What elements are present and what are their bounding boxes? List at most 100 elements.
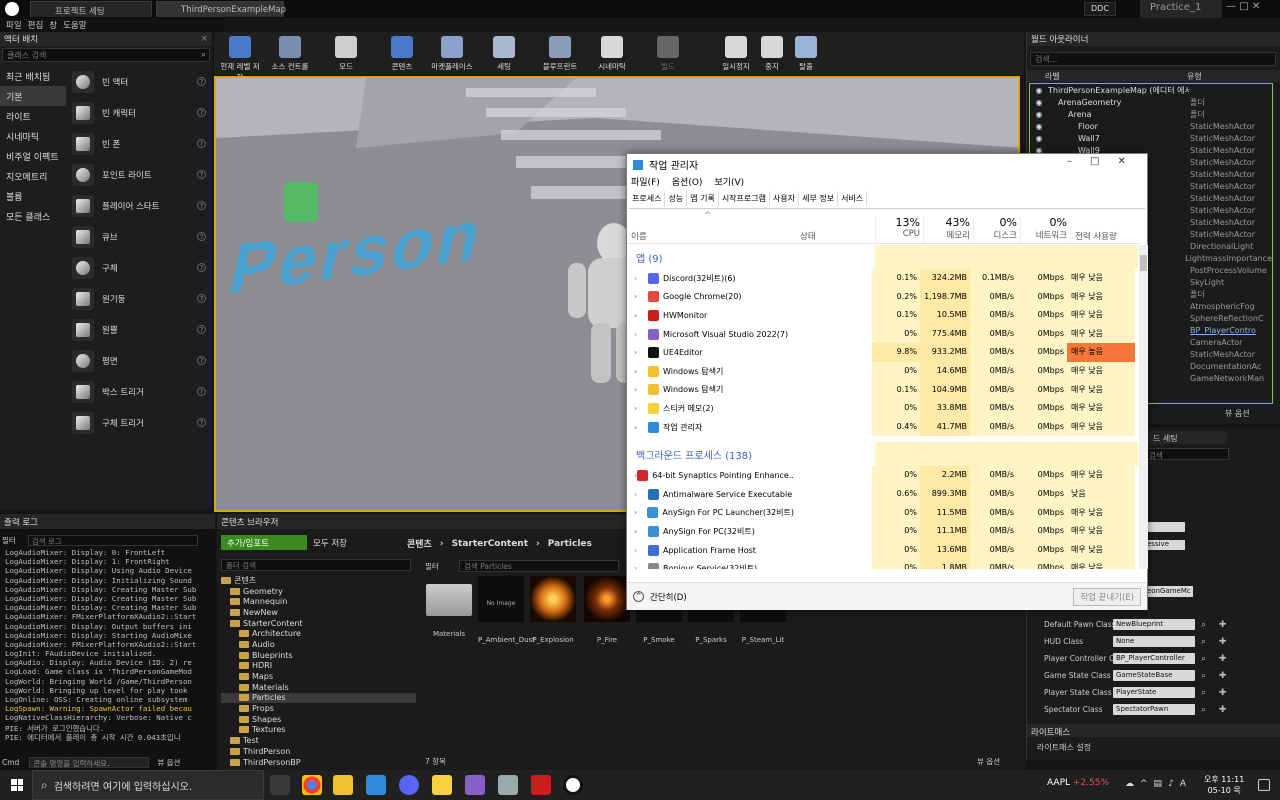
tm-process-row[interactable]: › UE4Editor 9.8% 933.2MB 0MB/s 0Mbps 매우 높음 — [627, 343, 1139, 362]
property-dropdown[interactable]: None — [1113, 636, 1195, 647]
expand-chevron-icon[interactable]: › — [634, 508, 647, 517]
tab-map[interactable]: ThirdPersonExampleMap — [156, 1, 286, 17]
asset-tile[interactable]: P_Fire — [584, 576, 630, 644]
folder-tree-item[interactable]: Geometry — [221, 586, 416, 597]
minimize-icon[interactable]: — — [1226, 1, 1236, 12]
visibility-eye-icon[interactable]: ◉ — [1030, 110, 1048, 119]
folder-tree-item[interactable]: StarterContent — [221, 618, 416, 629]
expand-chevron-icon[interactable]: › — [634, 274, 648, 283]
folder-tree-item[interactable]: Blueprints — [221, 650, 416, 661]
close-icon[interactable]: ✕ — [1117, 156, 1143, 167]
dropdown-exposure[interactable]: essive — [1145, 540, 1185, 550]
toolbar-button-content[interactable]: 콘텐츠 — [380, 34, 424, 72]
col-memory[interactable]: 43% 메모리 — [923, 214, 973, 244]
expand-chevron-icon[interactable]: › — [634, 546, 648, 555]
todo-icon[interactable] — [366, 775, 386, 795]
log-search-input[interactable]: 검색 로그 — [27, 534, 198, 546]
network-icon[interactable]: ▤ — [1154, 779, 1169, 789]
tm-process-row[interactable]: › Windows 탐색기 0% 14.6MB 0MB/s 0Mbps 매우 낮음 — [627, 362, 1139, 381]
place-category[interactable]: 볼륨 — [0, 186, 66, 206]
help-icon[interactable]: ? — [197, 387, 206, 396]
expand-chevron-icon[interactable]: › — [634, 564, 648, 569]
place-item[interactable]: 평면? — [68, 345, 212, 376]
help-icon[interactable]: ? — [197, 77, 206, 86]
expand-chevron-icon[interactable]: › — [634, 311, 648, 320]
add-import-button[interactable]: 추가/임포트 — [221, 535, 307, 550]
expand-chevron-icon[interactable]: › — [634, 423, 648, 432]
asset-tile[interactable]: P_Explosion — [530, 576, 576, 644]
property-dropdown[interactable]: GameStateBase — [1113, 670, 1195, 681]
folder-tree-item[interactable]: 콘텐츠 — [221, 575, 416, 586]
view-options-button[interactable]: 뷰 옵션 — [157, 757, 180, 768]
tm-tab[interactable]: 사용자 — [770, 191, 800, 206]
task-view-icon[interactable] — [270, 775, 290, 795]
outliner-search-input[interactable]: 검색... — [1030, 52, 1276, 66]
ime-icon[interactable]: A — [1180, 779, 1192, 789]
place-item[interactable]: 빈 액터? — [68, 66, 212, 97]
visibility-eye-icon[interactable]: ◉ — [1030, 86, 1048, 95]
help-icon[interactable]: ? — [197, 139, 206, 148]
help-icon[interactable]: ? — [197, 108, 206, 117]
outliner-row[interactable]: ◉ Arena 폴더 — [1030, 108, 1272, 120]
breadcrumb-particles[interactable]: Particles — [548, 539, 592, 549]
place-category[interactable]: 최근 배치됨 — [0, 66, 66, 86]
tm-process-row[interactable]: › 작업 관리자 0.4% 41.7MB 0MB/s 0Mbps 매우 낮음 — [627, 417, 1139, 437]
place-category[interactable]: 지오메트리 — [0, 166, 66, 186]
asset-tile[interactable]: Materials — [426, 580, 472, 638]
place-item[interactable]: 빈 캐릭터? — [68, 97, 212, 128]
col-type[interactable]: 유형 — [1187, 71, 1202, 82]
folder-search-input[interactable]: 폴더 검색 — [221, 559, 411, 571]
close-icon[interactable]: ✕ — [1252, 1, 1260, 12]
property-dropdown[interactable]: BP_PlayerController — [1113, 653, 1195, 664]
asset-search-input[interactable]: 검색 Particles — [459, 560, 619, 572]
folder-tree-item[interactable]: Maps — [221, 671, 416, 682]
folder-tree-item[interactable]: Mannequin — [221, 596, 416, 607]
folder-tree-item[interactable]: Shapes — [221, 714, 416, 725]
tm-process-row[interactable]: › Bonjour Service(32비트) 0% 1.8MB 0MB/s 0Mbps 매… — [627, 559, 1139, 569]
place-category[interactable]: 시네마틱 — [0, 126, 66, 146]
folder-tree-item[interactable]: Materials — [221, 682, 416, 693]
expand-chevron-icon[interactable]: › — [634, 404, 648, 413]
chrome-icon[interactable] — [302, 775, 322, 795]
discord-icon[interactable] — [399, 775, 419, 795]
tm-process-row[interactable]: › Discord(32비트)(6) 0.1% 324.2MB 0.1MB/s 0Mbps… — [627, 269, 1139, 288]
cloud-icon[interactable]: ☁ — [1125, 779, 1140, 789]
source-control-status[interactable]: DDC — [1084, 2, 1116, 16]
toolbar-button-cinematics[interactable]: 시네마틱 — [590, 34, 634, 72]
view-options-button[interactable]: 뷰 옵션 — [1225, 409, 1250, 418]
task-manager-taskbar-icon[interactable] — [498, 775, 518, 795]
tm-group-header[interactable]: 앱 (9) — [627, 245, 1139, 269]
tm-process-row[interactable]: › 스티커 메모(2) 0% 33.8MB 0MB/s 0Mbps 매우 낮음 — [627, 399, 1139, 418]
help-icon[interactable]: ? — [197, 232, 206, 241]
expand-chevron-icon[interactable]: › — [634, 292, 648, 301]
sticky-notes-icon[interactable] — [432, 775, 452, 795]
folder-tree-item[interactable]: Test — [221, 735, 416, 746]
unreal-logo-icon[interactable] — [5, 2, 19, 16]
tm-process-row[interactable]: › Application Frame Host 0% 13.6MB 0MB/s 0Mbp… — [627, 540, 1139, 560]
subsection-lightmass-settings[interactable]: 라이트매스 설정 — [1037, 742, 1091, 753]
tm-process-row[interactable]: › Windows 탐색기 0.1% 104.9MB 0MB/s 0Mbps 매우 낮음 — [627, 380, 1139, 400]
tm-menu-view[interactable]: 보기(V) — [714, 175, 744, 188]
collapse-icon[interactable]: ^ — [633, 591, 644, 602]
menu-file[interactable]: 파일 — [6, 19, 22, 31]
toolbar-button-build[interactable]: 빌드 — [646, 34, 690, 72]
dropdown-blank[interactable] — [1145, 522, 1185, 532]
col-power[interactable]: 전력 사용량 — [1070, 230, 1139, 242]
place-category[interactable]: 라이트 — [0, 106, 66, 126]
start-menu-icon[interactable] — [11, 779, 23, 791]
class-search-input[interactable]: 클래스 검색 ⌕ — [2, 48, 210, 62]
property-actions-icon[interactable]: ⌕ ✚ — [1201, 620, 1231, 630]
tm-menu-options[interactable]: 옵션(O) — [672, 175, 703, 188]
outliner-row[interactable]: ◉ ArenaGeometry 폴더 — [1030, 96, 1272, 108]
hwmonitor-icon[interactable] — [531, 775, 551, 795]
place-category[interactable]: 기본 — [0, 86, 66, 106]
menu-edit[interactable]: 편집 — [28, 19, 44, 31]
expand-chevron-icon[interactable]: › — [634, 348, 648, 357]
notification-icon[interactable] — [1258, 779, 1270, 791]
toolbar-button-blueprint[interactable]: 블루프린트 — [538, 34, 582, 72]
outliner-row[interactable]: ◉ThirdPersonExampleMap (에디터 에서 월드) — [1030, 84, 1272, 96]
tm-tab[interactable]: 세부 정보 — [799, 191, 839, 206]
tm-process-row[interactable]: › HWMonitor 0.1% 10.5MB 0MB/s 0Mbps 매우 낮음 — [627, 306, 1139, 325]
outliner-row[interactable]: ◉ Wall7 StaticMeshActor — [1030, 132, 1272, 144]
tab-world-settings[interactable]: 드 세팅 — [1147, 431, 1227, 444]
